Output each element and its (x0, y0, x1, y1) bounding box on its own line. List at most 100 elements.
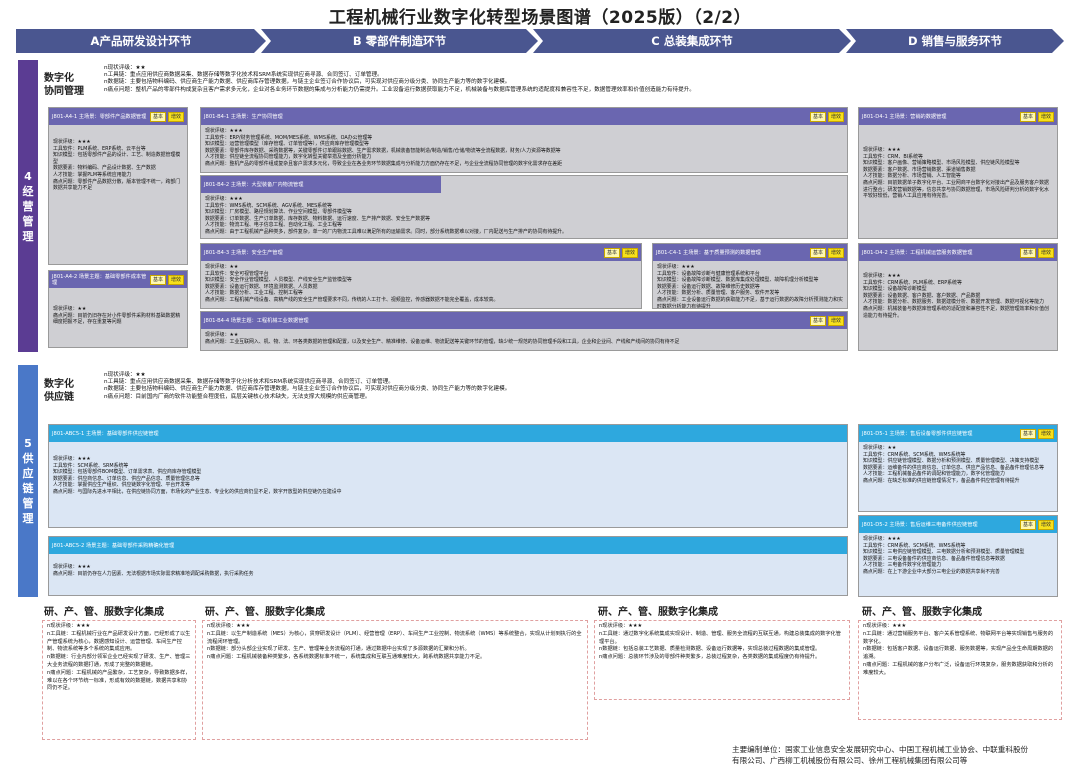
card-title: J801-A4-2 场景主题：基础零部件成本管理 (52, 273, 147, 286)
bottom-b-title: 研、产、管、服数字化集成 (205, 607, 325, 618)
card-abc5-1[interactable]: J801-ABC5-1 主场景：基础零部件供应链管理 现状评级：★★★ 工具软件… (48, 424, 848, 528)
tag-basic: 基本 (149, 111, 166, 122)
card-b4-4[interactable]: J801-B4-4 场景主题：工程机械工业数据管理 基本 增效 现状评级：★★ 痛点… (200, 311, 848, 351)
card-line: 痛点问题：由于工程机械产品种类多，部件复杂，单一的厂内物流工具难以满足所有的运输… (205, 228, 567, 235)
card-title: J801-B4-3 主场景：安全生产管理 (204, 249, 283, 256)
card-line: 人才技能：物流工程、电子信息工程、自动化工程、工业工程等 (205, 222, 342, 229)
card-header: J801-A4-2 场景主题：基础零部件成本管理 基本 增效 (49, 271, 187, 288)
card-d4-1[interactable]: J801-D4-1 主场景：营销的数据管理 基本 增效 现状评级：★★★ 工具软件：… (858, 107, 1058, 239)
card-line: 痛点问题：工程机械产线设备、高精产线的安全生产管理要求不同，传统的人工打卡、视频… (205, 296, 499, 303)
card-line: 现状评级：★★★ (863, 147, 901, 153)
tag-efficiency: 增效 (1037, 247, 1054, 258)
row1-painpoint: n痛点问题：整机产品的零部件构成复杂且客户需求多元化，企业对各业务环节数据的集成… (104, 86, 695, 93)
sidebar-supply-chain: 5供应链管理 (18, 365, 38, 597)
card-line: 现状评级：★★ (205, 332, 239, 338)
card-body: 现状评级：★★★ 工具软件：设备故障诊断与健康管理系统和平台 知识模型：设备故障… (653, 261, 847, 308)
card-line: 人才技能：掌握供应生产组织、供应链数字化管理、平台开发等 (53, 482, 190, 489)
card-header: J801-D5-2 主场景：售后运维三电备件供应链管理 基本 增效 (859, 516, 1057, 533)
card-title: J801-ABC5-2 场景主题：基础零部件采购精确化管理 (52, 542, 175, 549)
tag-efficiency: 增效 (827, 247, 844, 258)
card-line: 人才技能：三电备件数字化管理能力 (863, 562, 942, 569)
card-b4-3[interactable]: J801-B4-3 主场景：安全生产管理 基本 增效 现状评级：★★ 工具软件：安全… (200, 243, 642, 309)
tag-efficiency: 增效 (827, 315, 844, 326)
stage-d: D 销售与服务环节 (846, 29, 1064, 53)
card-body: 现状评级：★★ 工具软件：CRM系统、SCM系统、WMS系统等 知识模型：供应链… (859, 442, 1057, 488)
card-line: 现状评级：★★★ (205, 128, 243, 134)
card-body: 现状评级：★★★ 工具软件：WMS系统、SCM系统、AGV系统、MES系统等 知… (201, 193, 847, 238)
tag-efficiency: 增效 (827, 111, 844, 122)
card-line: 现状评级：★★ (205, 264, 239, 270)
card-title: J801-B4-1 主场景：生产协同管理 (204, 113, 283, 120)
card-line: 知识模型：设备故障诊断模型 (863, 286, 927, 293)
card-header: J801-B4-4 场景主题：工程机械工业数据管理 基本 增效 (201, 312, 847, 329)
card-d4-2[interactable]: J801-D4-2 主场景：工程机械运营服务数据管理 基本 增效 现状评级：★★★ … (858, 243, 1058, 351)
card-body: 现状评级：★★ 痛点问题：目前仍旧存在对小件零部件采购材料基础数据精细度把握不足… (49, 288, 187, 329)
card-line: 人才技能：数据分析、数据服务、数据建模分析、数据开发管理、数据可视化等能力 (863, 299, 1044, 306)
tag-efficiency: 增效 (167, 111, 184, 122)
tag-efficiency: 增效 (1037, 519, 1054, 530)
card-line: 知识模型：三电供应链管理模型、三电数据分析和预测模型、质量管理模型 (863, 549, 1025, 556)
footer-line-2: 有限公司、广西柳工机械股份有限公司、徐州工程机械集团有限公司等 (732, 756, 968, 765)
card-abc5-2[interactable]: J801-ABC5-2 场景主题：基础零部件采购精确化管理 现状评级：★★★ 痛… (48, 536, 848, 596)
card-line: 现状评级：★★★ (863, 273, 901, 279)
card-line: 现状评级：★★★ (53, 564, 91, 570)
bottom-line: n现状评级：★★★ (599, 623, 643, 629)
card-header: J801-A4-1 主场景：零部件产品数据管理 基本 增效 (49, 108, 187, 125)
card-line: 痛点问题：整机产品的零部件组成复杂且客户需求多元化，导致企业在各业务环节数据集成… (205, 160, 563, 167)
card-line: 痛点问题：机械装备与数据库管理系统的适配度和兼容性不足，数据管理效率和价值创造能… (863, 305, 1049, 319)
card-line: 知识模型：安全作业管理模型、人员模型、产线安全生产监管模型等 (205, 277, 352, 284)
card-header: J801-ABC5-1 主场景：基础零部件供应链管理 (49, 425, 847, 442)
card-line: 知识模型：设备故障诊断模型、数据库集成处理模型、故障机理分析模型等 (657, 277, 819, 284)
bottom-line: n工具链：通过数字化系统集成实现设计、制造、管理、服务全流程的互联互通，构建总装… (599, 630, 841, 645)
card-line: 人才技能：掌握PLM等系统应用能力 (53, 171, 132, 178)
card-d5-1[interactable]: J801-D5-1 主场景：售后设备零部件供应链管理 基本 增效 现状评级：★★ 工… (858, 424, 1058, 512)
card-c4-1[interactable]: J801-C4-1 主场景：基于质量预测的数据管理 基本 增效 现状评级：★★★ 工… (652, 243, 848, 309)
bottom-line: n数据链：行业内部分领军企业已经实现了研发、生产、管理三大业务流程的数据打通，形… (47, 654, 191, 668)
bottom-line: n现状评级：★★★ (207, 623, 251, 629)
bottom-d-box: n现状评级：★★★ n工具链：通过营销服务平台、客户关系管理系统、物联网平台等实… (858, 620, 1062, 720)
card-line: 痛点问题：目前仍存在人力因素、无法根据市场实际需求精准地调配采购数据，执行采购任… (53, 570, 254, 577)
card-body: 现状评级：★★★ 工具软件：PLM系统、ERP系统、云平台等 知识模型：包括零部… (49, 125, 187, 195)
card-a4-2[interactable]: J801-A4-2 场景主题：基础零部件成本管理 基本 增效 现状评级：★★ 痛点问… (48, 270, 188, 348)
card-b4-2[interactable]: J801-B4-2 主场景：大型装备厂内物流管理 现状评级：★★★ 工具软件：W… (200, 175, 848, 239)
card-body: 现状评级：★★★ 工具软件：CRM、BI系统等 知识模型：客户画像、营销策略模型… (859, 125, 1057, 203)
card-header: J801-D5-1 主场景：售后设备零部件供应链管理 基本 增效 (859, 425, 1057, 442)
tag-efficiency: 增效 (1037, 111, 1054, 122)
card-b4-1[interactable]: J801-B4-1 主场景：生产协同管理 基本 增效 现状评级：★★★ 工具软件：E… (200, 107, 848, 173)
footer-line-1: 主要编制单位：国家工业信息安全发展研究中心、中国工程机械工业协会、中联重科股份 (732, 745, 1029, 754)
tag-basic: 基本 (809, 315, 826, 326)
bottom-b-box: n现状评级：★★★ n工具链：以生产制造系统（MES）为核心，贯穿研发设计（PL… (202, 620, 588, 740)
card-header: J801-D4-1 主场景：营销的数据管理 基本 增效 (859, 108, 1057, 125)
card-title: J801-A4-1 主场景：零部件产品数据管理 (52, 113, 147, 120)
card-line: 知识模型：包括零部件产品的设计、工艺、制造数据管理模型 (53, 152, 181, 165)
card-line: 知识模型：厂房模型、路径规划算法、作业空间模型、零部件模型等 (205, 209, 352, 216)
card-body: 现状评级：★★★ 工具软件：ERP/财务管理系统、MOM/MES系统、WMS系统… (201, 125, 847, 171)
card-body: 现状评级：★★★ 工具软件：SCM系统、SRM系统等 知识模型：包括零部件BOM… (49, 442, 847, 499)
card-d5-2[interactable]: J801-D5-2 主场景：售后运维三电备件供应链管理 基本 增效 现状评级：★★★… (858, 515, 1058, 597)
card-title: J801-ABC5-1 主场景：基础零部件供应链管理 (52, 430, 159, 437)
row2-label-1: 数字化 (44, 379, 74, 390)
card-line: 现状评级：★★ (863, 445, 897, 451)
card-line: 人才技能：供应链全流程协同管理能力，数字化转型关键举措及全面分析能力 (205, 154, 372, 161)
card-body: 现状评级：★★★ 痛点问题：目前仍存在人力因素、无法根据市场实际需求精准地调配采… (49, 554, 847, 580)
bottom-c-box: n现状评级：★★★ n工具链：通过数字化系统集成实现设计、制造、管理、服务全流程… (594, 620, 850, 700)
tag-efficiency: 增效 (167, 274, 184, 285)
tag-basic: 基本 (1019, 428, 1036, 439)
card-line: 痛点问题：与国际先进水平相比，在供应链协同方面，市场化的产业生态、专业化的供应商… (53, 488, 342, 495)
tag-efficiency: 增效 (621, 247, 638, 258)
bottom-line: n工具链：通过营销服务平台、客户关系管理系统、物联网平台等实现销售与服务的数字化… (863, 630, 1054, 645)
card-line: 人才技能：数据分析、质量管理、客户服务、软件开发等 (657, 290, 780, 297)
bottom-line: n现状评级：★★★ (47, 623, 91, 629)
card-header: J801-B4-1 主场景：生产协同管理 基本 增效 (201, 108, 847, 125)
card-line: 痛点问题：零部件产品数据分散，版本管理不统一，跨部门数据共享能力不足 (53, 178, 181, 192)
tag-basic: 基本 (1019, 519, 1036, 530)
row1-label-2: 协同管理 (44, 86, 84, 97)
card-line: 现状评级：★★★ (205, 196, 243, 202)
bottom-line: n现状评级：★★★ (863, 623, 907, 629)
bottom-line: n工具链：以生产制造系统（MES）为核心，贯穿研发设计（PLM）、经营管理（ER… (207, 630, 582, 645)
stage-b: B 零部件制造环节 (261, 29, 538, 53)
card-line: 痛点问题：在上下游企业中大部分三电企业的数据共享尚不完善 (863, 568, 1000, 575)
card-title: J801-B4-4 场景主题：工程机械工业数据管理 (204, 317, 309, 324)
card-a4-1[interactable]: J801-A4-1 主场景：零部件产品数据管理 基本 增效 现状评级：★★★ 工具软… (48, 107, 188, 265)
row1-summary: n现状评级：★★ n工具链：重点应用供应商数据采集、数据存储等数字化技术和SRM… (104, 65, 1064, 94)
